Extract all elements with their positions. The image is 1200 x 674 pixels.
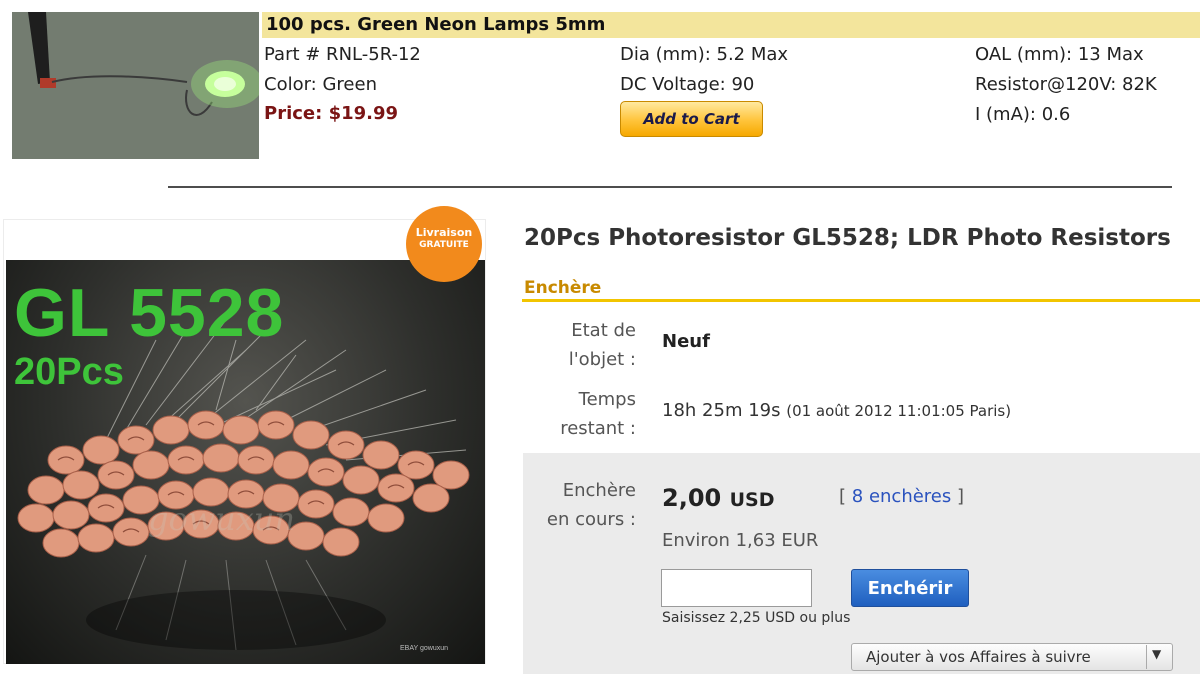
condition-label-line-2: l'objet : xyxy=(568,349,636,370)
bid-amount-input[interactable] xyxy=(661,569,812,607)
image-watermark: gowuxun xyxy=(148,500,296,538)
watchlist-dropdown-separator xyxy=(1146,645,1147,669)
image-quantity-text: 20Pcs xyxy=(14,351,124,393)
condition-label: Etat de l'objet : xyxy=(540,316,636,374)
auction-section-underline xyxy=(522,299,1200,302)
min-bid-hint: Saisissez 2,25 USD ou plus xyxy=(662,610,851,626)
resistor-spec: Resistor@120V: 82K xyxy=(975,74,1157,95)
badge-line-2: GRATUITE xyxy=(419,240,469,250)
bid-count-close-bracket: ] xyxy=(957,486,965,507)
condition-value: Neuf xyxy=(662,331,710,352)
bid-value: 2,00 xyxy=(662,484,722,512)
auction-section-label: Enchère xyxy=(524,278,602,298)
neon-lamp-thumbnail[interactable] xyxy=(12,12,259,159)
approx-eur-price: Environ 1,63 EUR xyxy=(662,530,819,551)
auction-end-date: (01 août 2012 11:01:05 Paris) xyxy=(786,402,1012,420)
part-number: Part # RNL-5R-12 xyxy=(264,44,421,65)
chevron-down-icon[interactable]: ▼ xyxy=(1152,647,1161,661)
place-bid-button[interactable]: Enchérir xyxy=(851,569,969,607)
image-model-text: GL 5528 xyxy=(14,275,285,351)
diameter-spec: Dia (mm): 5.2 Max xyxy=(620,44,789,65)
add-to-watchlist-label[interactable]: Ajouter à vos Affaires à suivre xyxy=(866,648,1091,666)
bid-count-open-bracket: [ xyxy=(839,486,847,507)
time-left-label-line-1: Temps xyxy=(578,389,636,410)
dc-voltage-spec: DC Voltage: 90 xyxy=(620,74,755,95)
time-remaining: 18h 25m 19s xyxy=(662,400,781,421)
current-bid-amount: 2,00 USD xyxy=(662,484,774,512)
bid-count: [ 8 enchères ] xyxy=(839,486,964,507)
current-bid-label: Enchère en cours : xyxy=(530,476,636,534)
current-bid-label-line-1: Enchère xyxy=(562,480,636,501)
free-shipping-badge: Livraison GRATUITE xyxy=(406,206,482,282)
listing-title: 20Pcs Photoresistor GL5528; LDR Photo Re… xyxy=(524,225,1171,251)
time-left-value: 18h 25m 19s (01 août 2012 11:01:05 Paris… xyxy=(662,400,1011,421)
time-left-label: Temps restant : xyxy=(540,385,636,443)
badge-line-1: Livraison xyxy=(415,226,473,239)
price: Price: $19.99 xyxy=(264,103,399,124)
condition-label-line-1: Etat de xyxy=(571,320,636,341)
bid-currency: USD xyxy=(729,489,775,511)
section-divider xyxy=(168,186,1172,188)
neon-lamp-photo xyxy=(12,12,259,159)
current-spec: I (mA): 0.6 xyxy=(975,104,1071,125)
add-to-cart-button[interactable]: Add to Cart xyxy=(620,101,763,137)
oal-spec: OAL (mm): 13 Max xyxy=(975,44,1144,65)
color-spec: Color: Green xyxy=(264,74,377,95)
bid-history-link[interactable]: 8 enchères xyxy=(852,486,952,507)
time-left-label-line-2: restant : xyxy=(560,418,636,439)
current-bid-label-line-2: en cours : xyxy=(546,509,636,530)
image-ebay-tag: EBAY gowuxun xyxy=(400,645,448,652)
product-title[interactable]: 100 pcs. Green Neon Lamps 5mm xyxy=(266,14,605,35)
